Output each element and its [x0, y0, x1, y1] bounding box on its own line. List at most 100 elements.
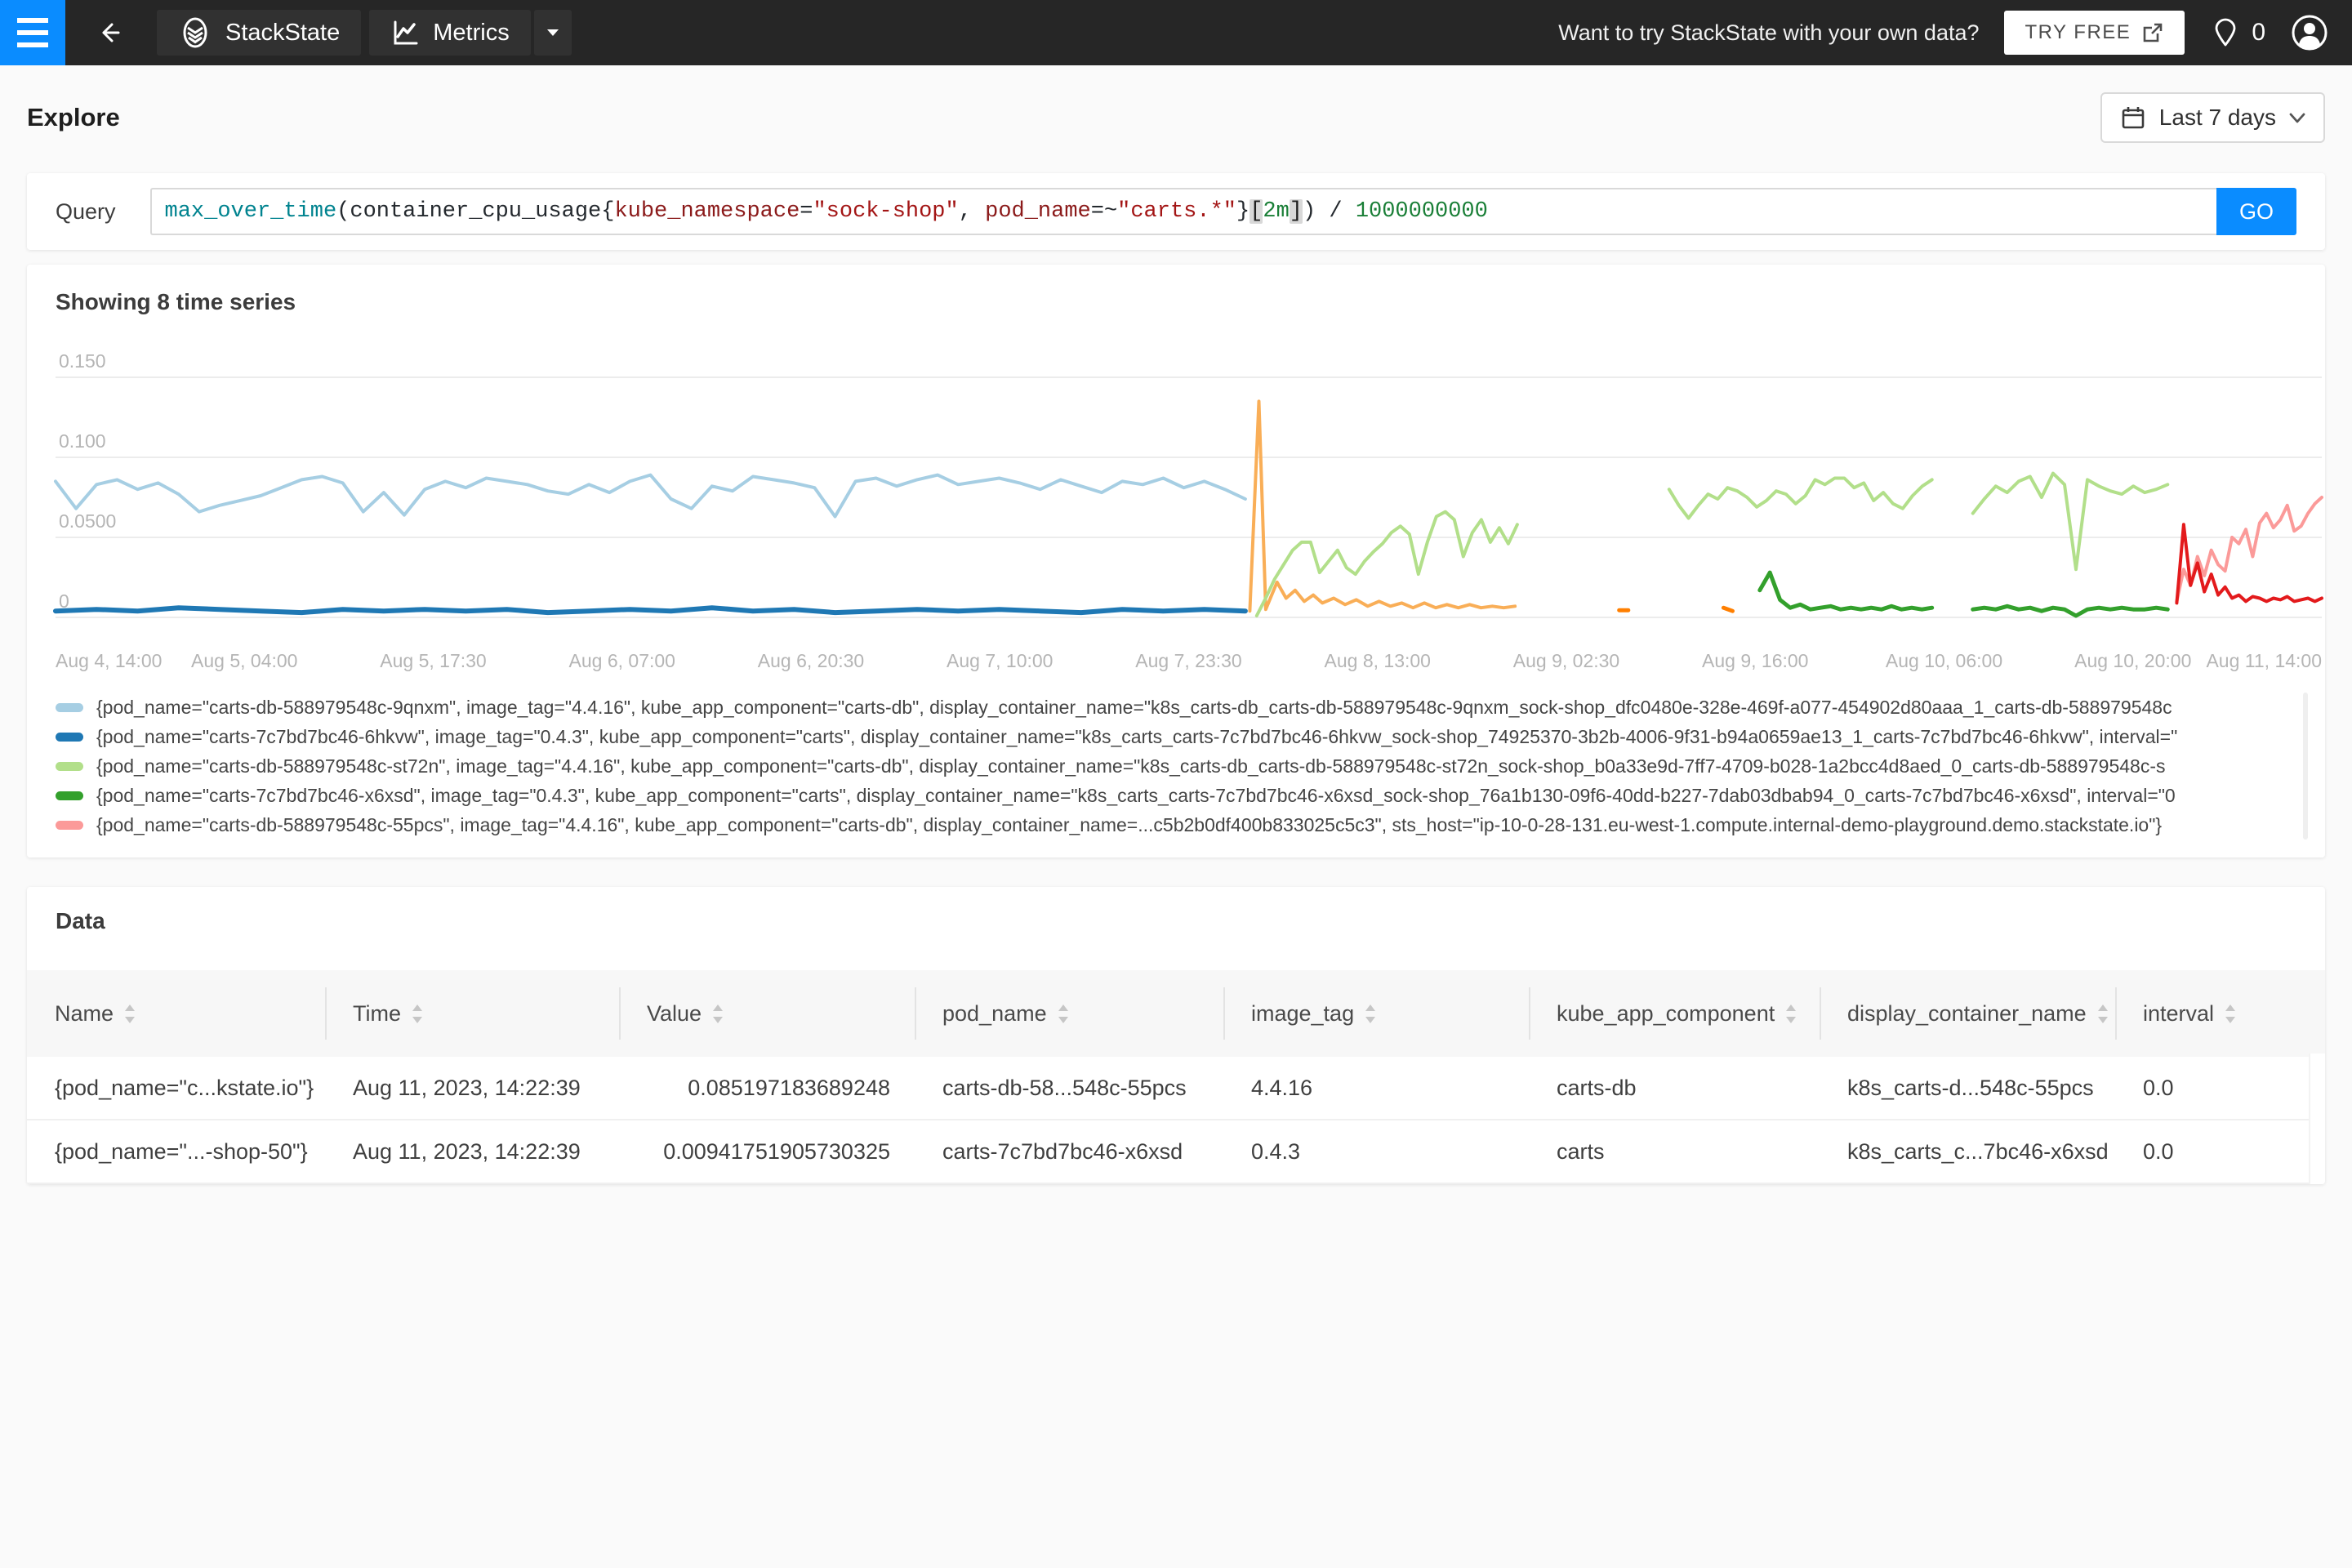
chevron-down-icon: [2289, 113, 2305, 122]
calendar-icon: [2122, 107, 2145, 129]
cell-image_tag: 0.4.3: [1251, 1138, 1301, 1164]
series-orange-series-2: [1721, 605, 1735, 613]
query-token: container_cpu_usage: [350, 199, 602, 224]
try-free-button[interactable]: TRY FREE: [2003, 11, 2185, 55]
column-label: display_container_name: [1847, 1000, 2087, 1026]
go-button[interactable]: GO: [2216, 188, 2296, 235]
time-range-button[interactable]: Last 7 days: [2100, 92, 2325, 143]
sort-icon: [412, 1004, 422, 1023]
series-carts-db-588979548c-st72n: [1667, 476, 1934, 520]
query-token: }: [1236, 199, 1250, 224]
x-axis-label: Aug 6, 07:00: [568, 650, 675, 671]
query-token: (: [336, 199, 350, 224]
table-row[interactable]: {pod_name="...-shop-50"} Aug 11, 2023, 14…: [27, 1120, 2325, 1184]
cell-time: Aug 11, 2023, 14:22:39: [353, 1075, 581, 1100]
legend-item[interactable]: {pod_name="carts-db-588979548c-9qnxm", i…: [56, 693, 2296, 722]
series-carts-7c7bd7bc46-x6xsd: [1971, 604, 2170, 618]
legend-scrollbar[interactable]: [2303, 693, 2308, 840]
series-carts-db-588979548c-55pcs: [2175, 496, 2323, 604]
table-body: {pod_name="c...kstate.io"} Aug 11, 2023, …: [27, 1057, 2325, 1184]
query-token: max_over_time: [164, 199, 337, 224]
x-axis-label: Aug 7, 23:30: [1135, 650, 1242, 671]
series-carts-7c7bd7bc46-x6xsd: [1757, 570, 1935, 612]
menu-button[interactable]: [0, 0, 65, 65]
sort-icon: [713, 1004, 724, 1023]
chart-card: Showing 8 time series 0.150 0.100 0.0500 0 …: [27, 265, 2325, 858]
try-free-label: TRY FREE: [2025, 21, 2132, 43]
stackstate-logo-icon: [183, 17, 207, 48]
hamburger-icon: [17, 18, 48, 23]
cell-pod_name: carts-7c7bd7bc46-x6xsd: [942, 1138, 1183, 1164]
y-axis-label: 0.150: [59, 350, 106, 372]
time-range-label: Last 7 days: [2158, 105, 2276, 130]
cell-name: {pod_name="...-shop-50"}: [55, 1138, 308, 1164]
sort-icon: [1365, 1004, 1376, 1023]
cell-interval: 0.0: [2143, 1138, 2174, 1164]
x-axis-label: Aug 9, 02:30: [1512, 650, 1620, 671]
x-axis-label: Aug 4, 14:00: [56, 650, 163, 671]
external-link-icon: [2144, 23, 2163, 42]
legend-item[interactable]: {pod_name="carts-7c7bd7bc46-6hkvw", imag…: [56, 722, 2296, 751]
column-header-name[interactable]: Name: [27, 970, 325, 1057]
query-token: =~: [1090, 199, 1118, 224]
legend-swatch-icon: [56, 702, 83, 712]
sort-icon: [1786, 1004, 1797, 1023]
column-label: pod_name: [942, 1000, 1047, 1026]
legend-item[interactable]: {pod_name="carts-db-588979548c-55pcs", i…: [56, 810, 2296, 840]
column-header-time[interactable]: Time: [325, 970, 619, 1057]
query-input[interactable]: max_over_time(container_cpu_usage{kube_n…: [149, 188, 2216, 235]
cell-kube_app_component: carts: [1557, 1138, 1605, 1164]
y-axis-label: 0.0500: [59, 510, 116, 532]
series-carts-db-588979548c-9qnxm: [54, 473, 1247, 519]
table-header-row: Name Time Value pod_name image_tag kube_app_c…: [27, 970, 2325, 1057]
column-header-value[interactable]: Value: [619, 970, 915, 1057]
x-axis-label: Aug 10, 20:00: [2074, 650, 2192, 671]
legend-item[interactable]: {pod_name="carts-7c7bd7bc46-x6xsd", imag…: [56, 781, 2296, 810]
column-header-kube_app_component[interactable]: kube_app_component: [1529, 970, 1820, 1057]
column-header-image_tag[interactable]: image_tag: [1223, 970, 1529, 1057]
column-header-pod_name[interactable]: pod_name: [915, 970, 1223, 1057]
query-token: kube_namespace: [614, 199, 800, 224]
column-label: Name: [55, 1000, 114, 1026]
legend-swatch-icon: [56, 791, 83, 800]
sort-icon: [2225, 1004, 2236, 1023]
column-label: Time: [353, 1000, 401, 1026]
chart-plot[interactable]: 0.150 0.100 0.0500 0: [53, 345, 2323, 639]
app-label: StackState: [225, 19, 341, 46]
data-table-title: Data: [56, 908, 105, 933]
app-button-stackstate[interactable]: StackState: [157, 10, 362, 56]
table-scrollbar[interactable]: [2309, 1054, 2325, 1184]
column-label: image_tag: [1251, 1000, 1355, 1026]
query-token: =: [800, 199, 813, 224]
back-button[interactable]: [83, 7, 136, 59]
cell-value: 0.085197183689248: [688, 1075, 890, 1100]
query-label: Query: [56, 198, 116, 224]
column-header-display_container_name[interactable]: display_container_name: [1820, 970, 2115, 1057]
table-row[interactable]: {pod_name="c...kstate.io"} Aug 11, 2023, …: [27, 1057, 2325, 1120]
metrics-chart-icon: [394, 20, 418, 45]
cell-display_container_name: k8s_carts_c...7bc46-x6xsd: [1847, 1138, 2109, 1164]
x-axis-label: Aug 5, 04:00: [191, 650, 298, 671]
series-orange-series: [1248, 399, 1517, 613]
legend-swatch-icon: [56, 732, 83, 742]
arrow-left-icon: [102, 23, 120, 42]
user-avatar-button[interactable]: [2290, 13, 2329, 52]
page: Explore Last 7 days Query max_over_time(…: [0, 91, 2352, 1184]
x-axis-label: Aug 7, 10:00: [947, 650, 1054, 671]
query-token: /: [1316, 199, 1356, 224]
cell-pod_name: carts-db-58...548c-55pcs: [942, 1075, 1187, 1100]
app-button-metrics[interactable]: Metrics: [369, 10, 531, 56]
top-bar: StackState Metrics Want to try StackStat…: [0, 0, 2352, 65]
column-header-interval[interactable]: interval: [2115, 970, 2325, 1057]
legend-label: {pod_name="carts-7c7bd7bc46-6hkvw", imag…: [96, 725, 2178, 747]
cell-value: 0.00941751905730325: [663, 1138, 890, 1164]
avatar-icon: [2292, 15, 2328, 51]
cell-kube_app_component: carts-db: [1557, 1075, 1637, 1100]
cell-image_tag: 4.4.16: [1251, 1075, 1313, 1100]
series-carts-7c7bd7bc46-6hkvw: [53, 605, 1248, 616]
legend-item[interactable]: {pod_name="carts-db-588979548c-st72n", i…: [56, 751, 2296, 781]
pinned-items-button[interactable]: 0: [2209, 16, 2265, 49]
app-dropdown-button[interactable]: [533, 10, 572, 56]
x-axis-label: Aug 6, 20:30: [757, 650, 865, 671]
query-token: "carts.*": [1117, 199, 1236, 224]
